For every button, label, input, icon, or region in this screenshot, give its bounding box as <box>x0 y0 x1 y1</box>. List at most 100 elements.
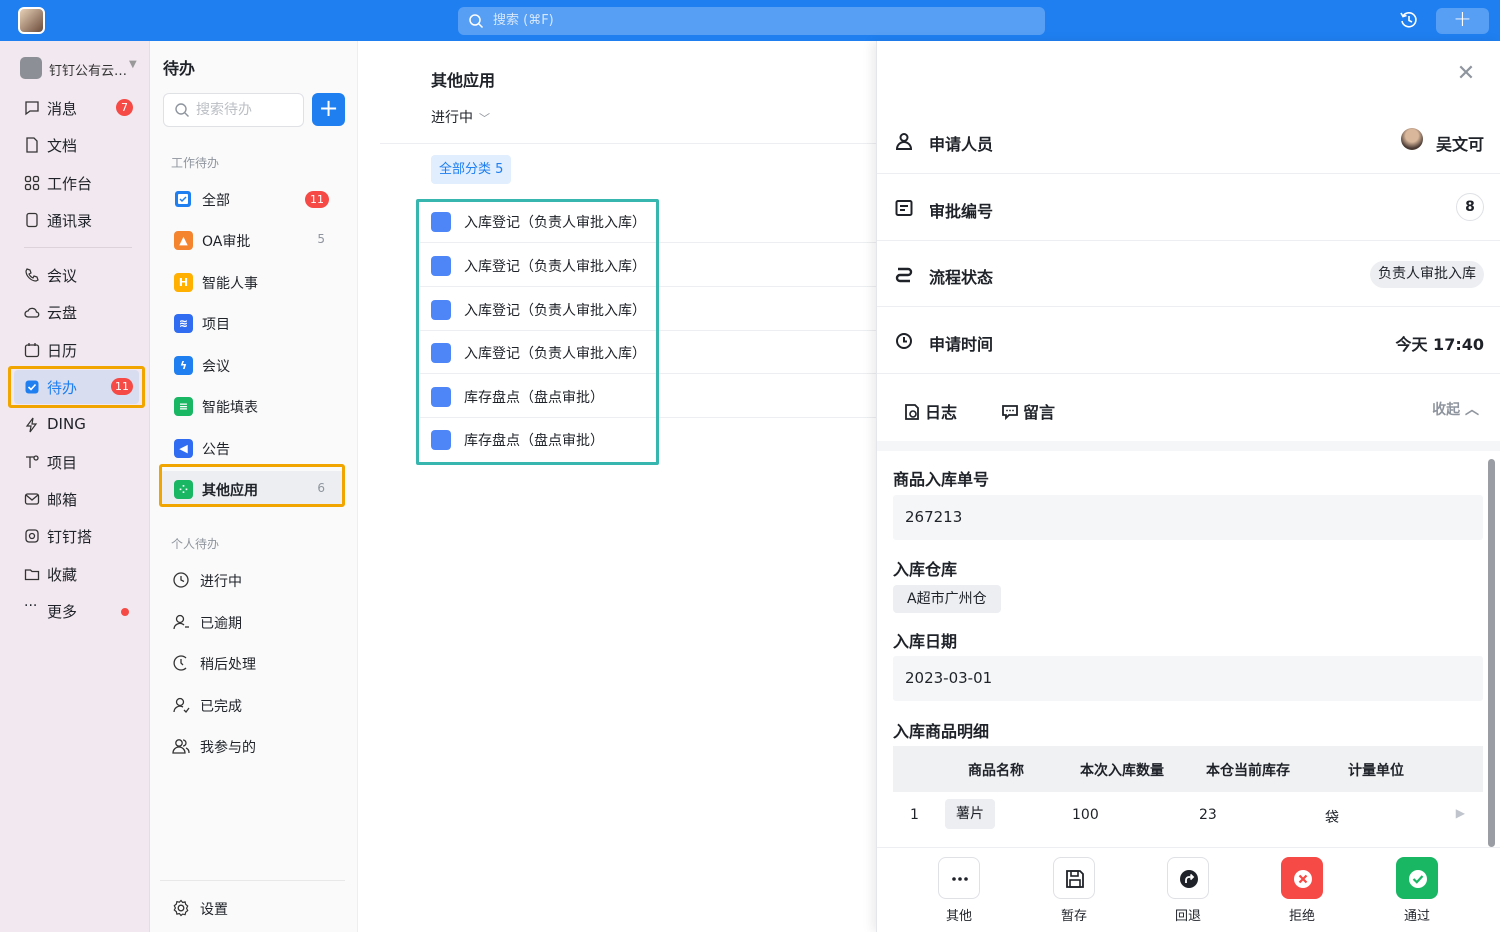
list-item[interactable]: 入库登记（负责人审批入库） <box>420 287 876 331</box>
create-button[interactable]: + <box>1436 8 1489 34</box>
list-item[interactable]: 库存盘点（盘点审批） <box>420 374 876 418</box>
todo-item-in-progress[interactable]: 进行中 <box>160 562 345 598</box>
current-stock: 23 <box>1199 807 1217 823</box>
collapse-button[interactable]: 收起 ︿ <box>1432 399 1479 419</box>
approve-button[interactable]: 通过 <box>1395 857 1439 924</box>
settings-button[interactable]: 设置 <box>160 880 345 932</box>
todo-item-other-apps[interactable]: ⁘ 其他应用 6 <box>160 471 345 507</box>
todo-list-pane: 其他应用 进行中 ﹀ 全部分类 5 入库登记（负责人审批入库） 入库登记（负责人审… <box>358 41 876 932</box>
todo-item-label: 智能人事 <box>202 276 258 292</box>
detail-tabs: 日志 留言 收起 ︿ <box>877 373 1500 441</box>
details-label: 入库商品明细 <box>893 722 990 741</box>
nav-item-mail[interactable]: 邮箱 <box>14 482 139 516</box>
todo-item-overdue[interactable]: 已逾期 <box>160 604 345 640</box>
nav-item-more[interactable]: ··· 更多 <box>14 594 139 628</box>
list-item-title: 库存盘点（盘点审批） <box>464 390 604 406</box>
todo-item-later[interactable]: 稍后处理 <box>160 645 345 681</box>
inbound-qty: 100 <box>1072 807 1099 823</box>
save-draft-button[interactable]: 暂存 <box>1052 857 1096 924</box>
todo-item-completed[interactable]: 已完成 <box>160 687 345 723</box>
nav-item-messages[interactable]: 消息 7 <box>14 91 139 125</box>
global-search-placeholder: 搜索 (⌘F) <box>493 13 554 28</box>
contacts-icon <box>26 212 38 228</box>
close-icon[interactable]: ✕ <box>1455 63 1477 85</box>
todo-column: 待办 搜索待办 + 工作待办 全部 11 ▲ OA审批 5 H 智能人事 ≋ 项… <box>150 41 358 932</box>
phone-icon <box>25 268 39 282</box>
person-icon <box>895 133 913 150</box>
category-filter-tag[interactable]: 全部分类 5 <box>431 155 512 184</box>
app-grid-icon <box>431 256 451 276</box>
action-label: 暂存 <box>1060 909 1087 924</box>
global-search-input[interactable]: 搜索 (⌘F) <box>458 7 1045 35</box>
work-todo-section-title: 工作待办 <box>171 156 220 170</box>
approval-number: 8 <box>1456 193 1484 221</box>
nav-item-todo[interactable]: 待办 11 <box>14 370 139 404</box>
id-card-icon <box>895 200 913 216</box>
app-grid-icon <box>431 343 451 363</box>
checkbox-icon <box>25 380 39 394</box>
history-icon[interactable] <box>1399 10 1419 30</box>
clock-icon <box>173 572 189 588</box>
nav-item-calendar[interactable]: 日历 <box>14 333 139 367</box>
todo-item-meetings[interactable]: ϟ 会议 <box>160 347 345 383</box>
nav-item-dingda[interactable]: 钉钉搭 <box>14 519 139 553</box>
todo-search-input[interactable]: 搜索待办 <box>163 93 304 127</box>
todo-item-smart-hr[interactable]: H 智能人事 <box>160 264 345 300</box>
todo-item-oa-approval[interactable]: ▲ OA审批 5 <box>160 222 345 258</box>
apply-time: 今天 17:40 <box>1395 335 1484 354</box>
tab-log[interactable]: 日志 <box>903 399 957 423</box>
caret-down-icon: ▼ <box>129 59 137 70</box>
org-switcher[interactable]: 钉钉公有云… ▼ <box>20 57 145 79</box>
nav-item-favorites[interactable]: 收藏 <box>14 557 139 591</box>
todo-item-projects[interactable]: ≋ 项目 <box>160 305 345 341</box>
list-item[interactable]: 入库登记（负责人审批入库） <box>420 199 876 243</box>
nav-item-ding[interactable]: DING <box>14 408 139 442</box>
list-item[interactable]: 库存盘点（盘点审批） <box>420 417 876 461</box>
date-label: 入库日期 <box>893 632 958 651</box>
doc-icon <box>26 137 38 153</box>
todo-item-participated[interactable]: 我参与的 <box>160 728 345 764</box>
lightning-icon <box>25 417 38 433</box>
scrollbar[interactable] <box>1488 459 1495 847</box>
folder-icon <box>24 569 40 581</box>
table-row[interactable]: 1 薯片 100 23 袋 ▶ <box>893 792 1483 838</box>
nav-item-projects[interactable]: 项目 <box>14 445 139 479</box>
save-button-frame <box>1053 857 1095 899</box>
list-item[interactable]: 入库登记（负责人审批入库） <box>420 243 876 287</box>
list-item-title: 入库登记（负责人审批入库） <box>464 303 646 319</box>
list-item-title: 库存盘点（盘点审批） <box>464 433 604 449</box>
left-nav: 钉钉公有云… ▼ 消息 7 文档 工作台 通讯录 会议 云盘 日历 待办 11 … <box>0 41 150 932</box>
settings-label: 设置 <box>200 902 228 918</box>
column-header: 计量单位 <box>1348 763 1404 779</box>
cloud-icon <box>24 307 40 318</box>
app-grid-icon <box>431 300 451 320</box>
reject-button[interactable]: 拒绝 <box>1280 857 1324 924</box>
warehouse-value: A超市广州仓 <box>893 585 1001 613</box>
tab-comment[interactable]: 留言 <box>1001 399 1055 423</box>
nav-item-docs[interactable]: 文档 <box>14 128 139 162</box>
list-item[interactable]: 入库登记（负责人审批入库） <box>420 330 876 374</box>
action-label: 拒绝 <box>1288 909 1315 924</box>
nav-item-workbench[interactable]: 工作台 <box>14 166 139 200</box>
action-bar: 其他 暂存 回退 拒绝 通过 <box>877 847 1500 932</box>
nav-item-cloud-drive[interactable]: 云盘 <box>14 295 139 329</box>
notification-dot <box>121 608 129 616</box>
app-grid-icon <box>431 430 451 450</box>
todo-item-all[interactable]: 全部 11 <box>160 181 345 217</box>
nav-item-contacts[interactable]: 通讯录 <box>14 203 139 237</box>
ellipsis-icon: ··· <box>24 598 38 614</box>
todo-count: 5 <box>317 232 325 246</box>
user-avatar[interactable] <box>18 7 45 34</box>
status-filter-dropdown[interactable]: 进行中 ﹀ <box>431 107 490 127</box>
todo-item-announcements[interactable]: ◀ 公告 <box>160 430 345 466</box>
todo-item-label: 已完成 <box>200 699 242 715</box>
todo-item-label: 全部 <box>202 193 230 209</box>
add-todo-button[interactable]: + <box>312 93 345 126</box>
announcement-icon: ◀ <box>174 439 193 458</box>
nav-item-meetings[interactable]: 会议 <box>14 258 139 292</box>
comment-icon <box>1002 405 1018 421</box>
chevron-right-icon[interactable]: ▶ <box>1456 806 1465 820</box>
other-action-button[interactable]: 其他 <box>937 857 981 924</box>
return-button[interactable]: 回退 <box>1166 857 1210 924</box>
todo-item-smart-form[interactable]: ≡ 智能填表 <box>160 388 345 424</box>
